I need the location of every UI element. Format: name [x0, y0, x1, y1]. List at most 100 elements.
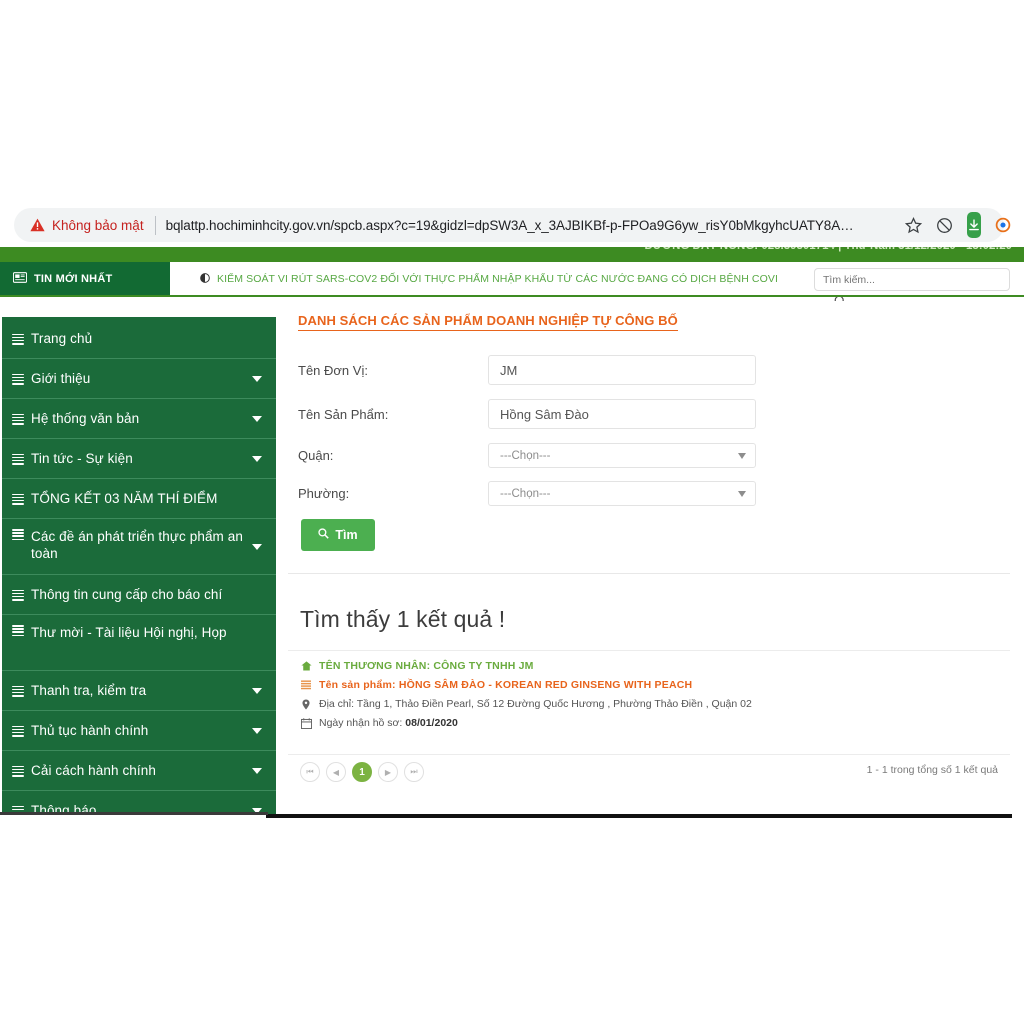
- result-date-label: Ngày nhận hồ sơ:: [319, 717, 406, 729]
- label-ten-san-pham: Tên Sản Phẩm:: [298, 406, 389, 422]
- adblock-icon[interactable]: [995, 210, 1011, 240]
- page-body: Trang chủ Giới thiệu Hệ thống văn bản Tin t…: [0, 301, 1012, 815]
- label-ten-don-vi: Tên Đơn Vị:: [298, 362, 368, 378]
- sidebar-item-8[interactable]: Thanh tra, kiểm tra: [2, 671, 276, 711]
- result-date-value: 08/01/2020: [405, 717, 458, 729]
- page-1-button[interactable]: 1: [352, 762, 372, 782]
- sidebar-item-10[interactable]: Cải cách hành chính: [2, 751, 276, 791]
- sidebar-item-label: Thủ tục hành chính: [31, 723, 149, 738]
- sidebar-item-label: TỔNG KẾT 03 NĂM THÍ ĐIỂM: [31, 491, 218, 506]
- security-warning-label: Không bảo mật: [52, 217, 144, 233]
- sidebar-item-5[interactable]: Các đề án phát triển thực phẩm an toàn: [2, 519, 276, 575]
- pagination-info: 1 - 1 trong tổng số 1 kết quả: [866, 764, 998, 776]
- sidebar-item-0[interactable]: Trang chủ: [2, 319, 276, 359]
- chevron-down-icon: [738, 452, 746, 459]
- field-row-ten-don-vi: Tên Đơn Vị:: [298, 355, 998, 385]
- url-text[interactable]: bqlattp.hochiminhcity.gov.vn/spcb.aspx?c…: [166, 218, 856, 233]
- result-date-text: Ngày nhận hồ sơ: 08/01/2020: [319, 717, 458, 729]
- sidebar-item-label: Cải cách hành chính: [31, 763, 156, 778]
- sidebar-item-label: Trang chủ: [31, 331, 93, 346]
- phuong-select-value: ---Chọn---: [500, 487, 551, 500]
- hotline-text: ĐƯỜNG DÂY NÓNG: 028.39301714 | Thứ Năm 3…: [644, 247, 1012, 252]
- sidebar-item-label: Hệ thống văn bản: [31, 411, 140, 426]
- phuong-select[interactable]: ---Chọn---: [488, 481, 756, 506]
- map-pin-icon: [300, 699, 312, 710]
- screenshot-bottom-edge-left: [0, 812, 268, 815]
- sidebar-item-2[interactable]: Hệ thống văn bản: [2, 399, 276, 439]
- screenshot-root: Không bảo mật bqlattp.hochiminhcity.gov.…: [0, 0, 1024, 1024]
- result-product-text: Tên sản phẩm: HỒNG SÂM ĐÀO - KOREAN RED …: [319, 679, 692, 691]
- sidebar-item-4[interactable]: TỔNG KẾT 03 NĂM THÍ ĐIỂM: [2, 479, 276, 519]
- screenshot-bottom-edge: [266, 814, 1012, 818]
- list-icon: [12, 333, 24, 345]
- results-divider: [288, 650, 1010, 651]
- page-first-button[interactable]: ⏮: [300, 762, 320, 782]
- omnibox-actions: [905, 208, 1015, 242]
- pager-divider: [288, 754, 1010, 755]
- page-title: DANH SÁCH CÁC SẢN PHẨM DOANH NGHIỆP TỰ C…: [298, 313, 678, 331]
- list-icon: [12, 453, 24, 465]
- label-quan: Quận:: [298, 448, 334, 463]
- list-icon: [12, 493, 24, 505]
- download-icon[interactable]: [967, 212, 981, 238]
- browser-omnibox[interactable]: Không bảo mật bqlattp.hochiminhcity.gov.…: [14, 208, 1004, 242]
- list-icon: [12, 529, 24, 541]
- result-product-prefix: Tên sản phẩm:: [319, 679, 399, 691]
- result-address-line: Địa chỉ: Tầng 1, Thảo Điền Pearl, Số 12 …: [300, 698, 1000, 710]
- field-row-phuong: Phường: ---Chọn---: [298, 481, 998, 506]
- sidebar-item-label: Thông tin cung cấp cho báo chí: [31, 587, 223, 602]
- search-panel: DANH SÁCH CÁC SẢN PHẨM DOANH NGHIỆP TỰ C…: [288, 301, 1010, 574]
- chevron-down-icon: [252, 375, 262, 382]
- list-icon: [300, 680, 312, 690]
- chevron-down-icon: [252, 767, 262, 774]
- page-next-button[interactable]: ▶: [378, 762, 398, 782]
- ten-san-pham-input[interactable]: [488, 399, 756, 429]
- result-item[interactable]: TÊN THƯƠNG NHÂN: CÔNG TY TNHH JM Tên sản: [300, 660, 1000, 736]
- news-ticker-text: KIỂM SOÁT VI RÚT SARS-COV2 ĐỐI VỚI THỰC …: [217, 272, 779, 285]
- sidebar-item-7[interactable]: Thư mời - Tài liệu Hội nghị, Họp: [2, 615, 276, 671]
- news-badge[interactable]: TIN MỚI NHẤT: [0, 262, 170, 295]
- sidebar-item-3[interactable]: Tin tức - Sự kiện: [2, 439, 276, 479]
- results-panel: Tìm thấy 1 kết quả ! TÊN THƯƠNG NHÂN: CÔ…: [288, 574, 1010, 814]
- warning-triangle-icon: [30, 218, 45, 232]
- result-merchant-line: TÊN THƯƠNG NHÂN: CÔNG TY TNHH JM: [300, 660, 1000, 672]
- bookmark-star-icon[interactable]: [905, 210, 922, 240]
- list-icon: [12, 685, 24, 697]
- shield-icon[interactable]: [936, 210, 953, 240]
- result-date-line: Ngày nhận hồ sơ: 08/01/2020: [300, 717, 1000, 729]
- list-icon: [12, 625, 24, 637]
- sidebar-item-6[interactable]: Thông tin cung cấp cho báo chí: [2, 575, 276, 615]
- chevron-down-icon: [252, 415, 262, 422]
- label-phuong: Phường:: [298, 486, 350, 501]
- chevron-down-icon: [252, 727, 262, 734]
- field-row-ten-san-pham: Tên Sản Phẩm:: [298, 399, 998, 429]
- sidebar-item-label: Tin tức - Sự kiện: [31, 451, 133, 466]
- page-last-button[interactable]: ⏭: [404, 762, 424, 782]
- ten-don-vi-input[interactable]: [488, 355, 756, 385]
- clock-half-icon: [200, 270, 210, 288]
- sidebar-item-label: Giới thiệu: [31, 371, 91, 386]
- quan-select[interactable]: ---Chọn---: [488, 443, 756, 468]
- calendar-icon: [300, 718, 312, 729]
- list-icon: [12, 413, 24, 425]
- quan-select-value: ---Chọn---: [500, 449, 551, 462]
- chevron-down-icon: [252, 455, 262, 462]
- site-search-input[interactable]: [814, 268, 1010, 291]
- result-address-text: Địa chỉ: Tầng 1, Thảo Điền Pearl, Số 12 …: [319, 698, 752, 710]
- sidebar-item-label: Các đề án phát triển thực phẩm an toàn: [31, 529, 243, 561]
- result-product-name: HỒNG SÂM ĐÀO - KOREAN RED GINSENG WITH P…: [398, 679, 693, 691]
- sidebar-item-1[interactable]: Giới thiệu: [2, 359, 276, 399]
- search-icon: [318, 528, 330, 542]
- list-icon: [12, 725, 24, 737]
- sidebar-item-9[interactable]: Thủ tục hành chính: [2, 711, 276, 751]
- site-top-strip: ĐƯỜNG DÂY NÓNG: 028.39301714 | Thứ Năm 3…: [0, 247, 1024, 262]
- news-badge-label: TIN MỚI NHẤT: [34, 272, 113, 285]
- list-icon: [12, 765, 24, 777]
- chevron-down-icon: [738, 490, 746, 497]
- page-prev-button[interactable]: ◀: [326, 762, 346, 782]
- main-content: DANH SÁCH CÁC SẢN PHẨM DOANH NGHIỆP TỰ C…: [288, 301, 1010, 814]
- result-merchant-text: TÊN THƯƠNG NHÂN: CÔNG TY TNHH JM: [319, 660, 534, 672]
- pagination: ⏮ ◀ 1 ▶ ⏭: [300, 762, 424, 782]
- omnibox-divider: [154, 215, 156, 235]
- search-submit-button[interactable]: Tìm: [301, 519, 375, 551]
